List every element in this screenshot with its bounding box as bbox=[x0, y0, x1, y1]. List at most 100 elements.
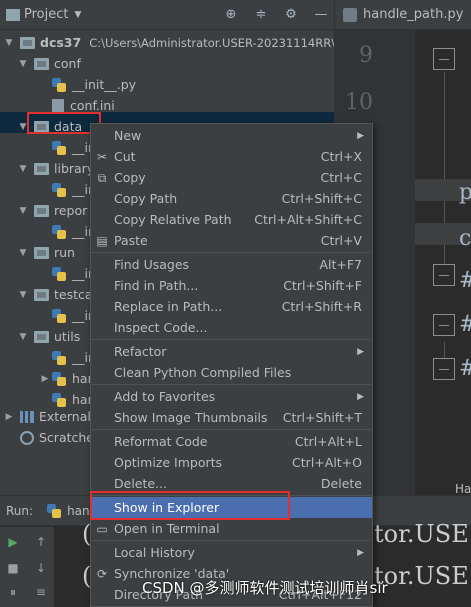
rerun-icon[interactable]: ▶ bbox=[6, 535, 20, 549]
python-file-icon bbox=[52, 308, 66, 323]
python-file-icon bbox=[52, 140, 66, 155]
menu-item-inspect-code[interactable]: Inspect Code... bbox=[91, 317, 372, 338]
chevron-down-icon[interactable]: ▼ bbox=[18, 248, 28, 258]
menu-item-shortcut: Delete bbox=[320, 476, 362, 491]
tree-file[interactable]: __ir bbox=[52, 179, 93, 200]
watermark: CSDN @多测师软件测试培训师肖sir bbox=[142, 579, 388, 597]
chevron-down-icon[interactable]: ▼ bbox=[18, 332, 28, 342]
folder-icon bbox=[34, 288, 49, 301]
menu-item-label: Delete... bbox=[114, 476, 167, 491]
project-panel-title[interactable]: Project bbox=[24, 7, 68, 22]
tree-folder-repor[interactable]: ▼ repor bbox=[18, 200, 88, 221]
stop-icon[interactable]: ■ bbox=[6, 561, 20, 575]
wrap-icon[interactable]: ≡ bbox=[34, 585, 48, 599]
fold-marker-icon[interactable] bbox=[433, 264, 455, 286]
menu-separator bbox=[92, 540, 371, 541]
menu-item-cut[interactable]: ✂ Cut Ctrl+X bbox=[91, 146, 372, 167]
tree-item-label: utils bbox=[54, 329, 81, 344]
menu-item-label: Paste bbox=[114, 233, 148, 248]
project-panel-header: Project ▼ ⊕ ≑ ⚙ — bbox=[0, 0, 334, 30]
editor-tab[interactable]: handle_path.py bbox=[335, 0, 471, 30]
tree-file[interactable]: __ir bbox=[52, 305, 93, 326]
collapse-all-icon[interactable]: ≑ bbox=[252, 5, 270, 23]
menu-item-optimize-imports[interactable]: Optimize Imports Ctrl+Alt+O bbox=[91, 452, 372, 473]
line-number: 10 bbox=[345, 90, 373, 115]
fold-marker-icon[interactable] bbox=[433, 314, 455, 336]
tree-external-libraries[interactable]: ▶ External L bbox=[4, 406, 102, 427]
menu-item-label: Add to Favorites bbox=[114, 389, 216, 404]
menu-item-label: Copy bbox=[114, 170, 146, 185]
menu-item-label: Open in Terminal bbox=[114, 521, 220, 536]
menu-item-copy-relative-path[interactable]: Copy Relative Path Ctrl+Alt+Shift+C bbox=[91, 209, 372, 230]
menu-item-shortcut: Ctrl+Shift+T bbox=[282, 410, 362, 425]
menu-item-copy[interactable]: ⧉ Copy Ctrl+C bbox=[91, 167, 372, 188]
tree-file[interactable]: __ir bbox=[52, 263, 93, 284]
menu-item-clean-python-compiled-files[interactable]: Clean Python Compiled Files bbox=[91, 362, 372, 383]
down-arrow-icon[interactable]: ↓ bbox=[34, 561, 48, 575]
menu-item-find-usages[interactable]: Find Usages Alt+F7 bbox=[91, 254, 372, 275]
tree-folder-utils[interactable]: ▼ utils bbox=[18, 326, 81, 347]
menu-item-refactor[interactable]: Refactor ▶ bbox=[91, 341, 372, 362]
show-in-explorer-annotation-box bbox=[90, 491, 290, 520]
menu-item-show-image-thumbnails[interactable]: Show Image Thumbnails Ctrl+Shift+T bbox=[91, 407, 372, 428]
menu-item-local-history[interactable]: Local History ▶ bbox=[91, 542, 372, 563]
menu-item-replace-in-path[interactable]: Replace in Path... Ctrl+Shift+R bbox=[91, 296, 372, 317]
chevron-down-icon[interactable]: ▼ bbox=[18, 206, 28, 216]
tree-folder-library[interactable]: ▼ library bbox=[18, 158, 95, 179]
menu-item-copy-path[interactable]: Copy Path Ctrl+Shift+C bbox=[91, 188, 372, 209]
menu-item-label: New bbox=[114, 128, 142, 143]
chevron-right-icon[interactable]: ▶ bbox=[38, 374, 52, 384]
tree-folder-conf[interactable]: ▼ conf bbox=[18, 53, 81, 74]
menu-item-add-to-favorites[interactable]: Add to Favorites ▶ bbox=[91, 386, 372, 407]
menu-separator bbox=[92, 252, 371, 253]
locate-icon[interactable]: ⊕ bbox=[222, 5, 240, 23]
tree-root-dcs37[interactable]: ▼ dcs37 C:\Users\Administrator.USER-202311… bbox=[4, 32, 334, 53]
editor-bottom-label: Ha bbox=[455, 482, 471, 495]
submenu-arrow-icon: ▶ bbox=[357, 346, 364, 357]
tree-file[interactable]: ▶ har bbox=[38, 368, 93, 389]
menu-item-new[interactable]: New ▶ bbox=[91, 125, 372, 146]
menu-item-label: Show Image Thumbnails bbox=[114, 410, 268, 425]
tree-item-label: testca bbox=[54, 287, 93, 302]
tree-file[interactable]: __ir bbox=[52, 137, 93, 158]
chevron-right-icon[interactable]: ▶ bbox=[4, 412, 14, 422]
tree-folder-testca[interactable]: ▼ testca bbox=[18, 284, 93, 305]
python-file-icon bbox=[52, 266, 66, 281]
tree-item-label: __init__.py bbox=[72, 77, 137, 92]
chevron-down-icon[interactable]: ▼ bbox=[74, 10, 81, 20]
menu-item-label: Copy Relative Path bbox=[114, 212, 232, 227]
tree-scratches[interactable]: Scratches bbox=[4, 427, 101, 448]
fold-marker-icon[interactable] bbox=[433, 358, 455, 380]
tree-folder-run[interactable]: ▼ run bbox=[18, 242, 75, 263]
gear-icon[interactable]: ⚙ bbox=[282, 5, 300, 23]
sync-icon: ⟳ bbox=[96, 566, 108, 581]
menu-item-open-in-terminal[interactable]: ▭ Open in Terminal bbox=[91, 518, 372, 539]
fold-marker-icon[interactable] bbox=[433, 48, 455, 70]
menu-item-find-in-path[interactable]: Find in Path... Ctrl+Shift+F bbox=[91, 275, 372, 296]
menu-item-paste[interactable]: ▤ Paste Ctrl+V bbox=[91, 230, 372, 251]
chevron-down-icon[interactable]: ▼ bbox=[18, 164, 28, 174]
menu-item-reformat-code[interactable]: Reformat Code Ctrl+Alt+L bbox=[91, 431, 372, 452]
tree-file[interactable]: __ir bbox=[52, 221, 93, 242]
tree-item-label: library bbox=[54, 161, 95, 176]
ini-file-icon bbox=[52, 98, 64, 113]
tree-file[interactable]: __init__.py bbox=[52, 74, 136, 95]
menu-item-label: Replace in Path... bbox=[114, 299, 223, 314]
chevron-down-icon[interactable]: ▼ bbox=[18, 290, 28, 300]
menu-item-label: Local History bbox=[114, 545, 195, 560]
pause-icon[interactable]: ⏸ bbox=[6, 585, 20, 599]
menu-item-label: Find Usages bbox=[114, 257, 190, 272]
copy-icon: ⧉ bbox=[97, 170, 107, 185]
folder-icon bbox=[34, 330, 49, 343]
chevron-down-icon[interactable]: ▼ bbox=[4, 38, 14, 48]
menu-item-shortcut: Ctrl+C bbox=[320, 170, 362, 185]
scratches-icon bbox=[20, 430, 34, 445]
folder-icon bbox=[20, 36, 35, 49]
folder-icon bbox=[34, 57, 49, 70]
chevron-down-icon[interactable]: ▼ bbox=[18, 59, 28, 69]
menu-item-shortcut: Ctrl+Alt+L bbox=[294, 434, 362, 449]
minimize-icon[interactable]: — bbox=[312, 5, 330, 23]
tree-file[interactable]: __ir bbox=[52, 347, 93, 368]
folder-icon bbox=[34, 204, 49, 217]
up-arrow-icon[interactable]: ↑ bbox=[34, 535, 48, 549]
